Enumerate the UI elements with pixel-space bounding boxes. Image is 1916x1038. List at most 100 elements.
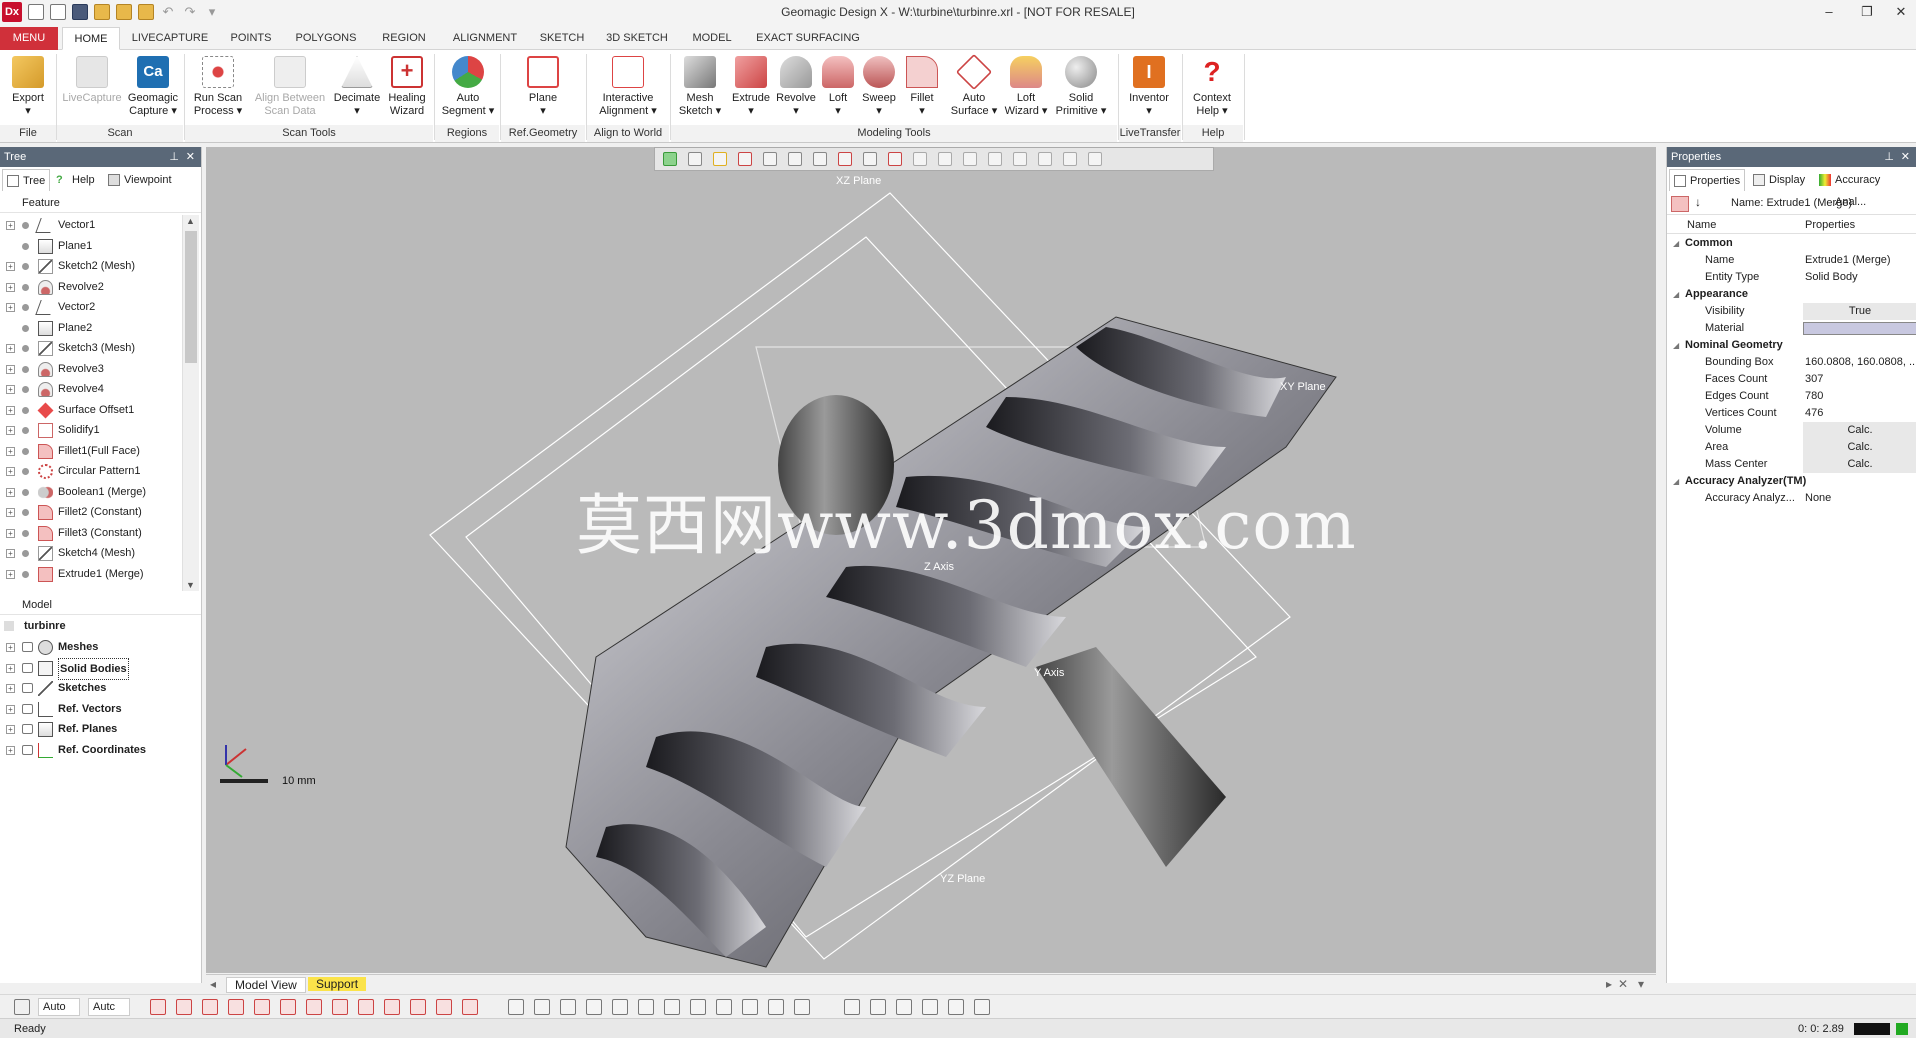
expand-icon[interactable]: + xyxy=(6,405,15,415)
visibility-dot-icon[interactable] xyxy=(22,550,29,557)
select-point-icon[interactable] xyxy=(332,999,348,1015)
visibility-dot-icon[interactable] xyxy=(22,468,29,475)
subtab-viewpoint[interactable]: Viewpoint xyxy=(104,169,176,191)
export-button[interactable]: Export ▾ xyxy=(6,56,50,128)
pan-icon[interactable] xyxy=(1063,152,1077,166)
expand-icon[interactable]: + xyxy=(6,303,15,312)
sort-az-icon[interactable]: ↓ xyxy=(1695,195,1701,209)
property-value[interactable]: Solid Body xyxy=(1805,269,1858,286)
visibility-toggle-icon[interactable] xyxy=(22,744,33,755)
property-row[interactable]: Bounding Box 160.0808, 160.0808, ... xyxy=(1667,354,1916,371)
feature-item[interactable]: + Revolve3 xyxy=(0,359,185,379)
visibility-dot-icon[interactable] xyxy=(22,345,29,352)
measure-line-icon[interactable] xyxy=(863,152,877,166)
property-category[interactable]: ◢ Nominal Geometry xyxy=(1667,337,1916,354)
tab-alignment[interactable]: ALIGNMENT xyxy=(448,27,522,50)
feature-item[interactable]: + Sketch4 (Mesh) xyxy=(0,543,185,563)
view-bottom-icon[interactable] xyxy=(664,999,680,1015)
box-view-icon[interactable] xyxy=(688,152,702,166)
tab-3d-sketch[interactable]: 3D SKETCH xyxy=(604,27,670,50)
revolve-button[interactable]: Revolve ▾ xyxy=(774,56,818,128)
view-right-icon[interactable] xyxy=(612,999,628,1015)
feature-item[interactable]: + Surface Offset1 xyxy=(0,400,185,420)
select-all-icon[interactable] xyxy=(436,999,452,1015)
collapse-icon[interactable]: ◢ xyxy=(1673,337,1679,354)
zoom-fit-icon[interactable] xyxy=(1013,152,1027,166)
clip-plane-2-icon[interactable] xyxy=(788,152,802,166)
select-vertex-icon[interactable] xyxy=(150,999,166,1015)
open-recent-icon[interactable] xyxy=(116,4,132,20)
3d-viewport[interactable]: 莫西网www.3dmox.com XZ Plane XY Plane YZ Pl… xyxy=(206,147,1656,973)
visibility-dot-icon[interactable] xyxy=(22,222,29,229)
property-value[interactable] xyxy=(1803,322,1916,335)
auto-surface-button[interactable]: Auto Surface ▾ xyxy=(948,53,1000,128)
subtab-accuracy-analyzer[interactable]: Accuracy Anal... xyxy=(1815,169,1916,208)
livecapture-button[interactable]: LiveCapture xyxy=(58,56,126,128)
auto-filter-dropdown[interactable]: Autc xyxy=(88,998,130,1016)
extrude-button[interactable]: Extrude ▾ xyxy=(728,56,774,128)
inventor-button[interactable]: I Inventor ▾ xyxy=(1124,56,1174,128)
model-item[interactable]: + Ref. Vectors xyxy=(0,699,200,719)
tab-scroll-right-icon[interactable]: ▸ xyxy=(1606,977,1612,991)
select-region-icon[interactable] xyxy=(254,999,270,1015)
lasso-icon[interactable] xyxy=(462,999,478,1015)
context-help-button[interactable]: ? Context Help ▾ xyxy=(1188,56,1236,128)
expand-icon[interactable]: + xyxy=(6,704,15,714)
feature-item[interactable]: + Circular Pattern1 xyxy=(0,461,185,481)
solid-primitive-button[interactable]: Solid Primitive ▾ xyxy=(1052,56,1110,128)
view-top-icon[interactable] xyxy=(638,999,654,1015)
categorized-view-icon[interactable] xyxy=(1671,196,1689,212)
subtab-tree[interactable]: Tree xyxy=(2,169,51,191)
view-settings-icon[interactable] xyxy=(1088,152,1102,166)
subtab-help[interactable]: ? Help xyxy=(52,169,99,191)
property-value[interactable]: None xyxy=(1805,490,1831,507)
feature-item[interactable]: + Revolve4 xyxy=(0,379,185,399)
visibility-dot-icon[interactable] xyxy=(22,263,29,270)
visibility-toggle-icon[interactable] xyxy=(22,724,33,734)
property-category[interactable]: ◢ Common xyxy=(1667,235,1916,252)
visibility-dot-icon[interactable] xyxy=(22,324,29,332)
collapse-icon[interactable]: ◢ xyxy=(1673,473,1679,490)
property-row[interactable]: Mass Center Calc. xyxy=(1667,456,1916,473)
expand-icon[interactable]: + xyxy=(6,344,15,353)
loft-button[interactable]: Loft ▾ xyxy=(820,56,856,128)
feature-item[interactable]: Plane1 xyxy=(0,236,185,256)
tab-points[interactable]: POINTS xyxy=(226,27,276,50)
align-between-scan-data-button[interactable]: Align Between Scan Data xyxy=(252,56,328,128)
feature-item[interactable]: + Fillet1(Full Face) xyxy=(0,441,185,461)
model-root[interactable]: turbinre xyxy=(0,616,200,636)
run-scan-process-button[interactable]: Run Scan Process ▾ xyxy=(190,56,246,128)
expand-icon[interactable]: + xyxy=(6,262,15,271)
expand-icon[interactable]: + xyxy=(6,487,15,497)
expand-icon[interactable]: + xyxy=(6,426,15,435)
pin-icon[interactable]: ⊥ xyxy=(169,147,179,167)
color-map-icon[interactable] xyxy=(948,999,964,1015)
subtab-display[interactable]: Display xyxy=(1749,169,1809,191)
plane-button[interactable]: Plane ▾ xyxy=(522,56,564,128)
visibility-dot-icon[interactable] xyxy=(22,365,29,373)
tab-close-icon[interactable]: ✕ xyxy=(1618,977,1628,991)
loft-wizard-button[interactable]: Loft Wizard ▾ xyxy=(1000,56,1052,128)
feature-item[interactable]: + Extrude1 (Merge) xyxy=(0,564,185,584)
deviation-icon[interactable] xyxy=(922,999,938,1015)
property-row[interactable]: Area Calc. xyxy=(1667,439,1916,456)
view-fit-icon[interactable] xyxy=(794,999,810,1015)
visibility-toggle-icon[interactable] xyxy=(22,662,33,673)
auto-segment-button[interactable]: Auto Segment ▾ xyxy=(440,56,496,128)
expand-icon[interactable]: + xyxy=(6,684,15,693)
visibility-toggle-icon[interactable] xyxy=(22,642,33,652)
tab-sketch[interactable]: SKETCH xyxy=(536,27,588,50)
property-row[interactable]: Faces Count 307 xyxy=(1667,371,1916,388)
feature-item[interactable]: + Sketch2 (Mesh) xyxy=(0,256,185,276)
expand-icon[interactable]: + xyxy=(6,569,15,579)
property-row[interactable]: Vertices Count 476 xyxy=(1667,405,1916,422)
tab-livecapture[interactable]: LIVECAPTURE xyxy=(128,27,212,50)
expand-icon[interactable]: + xyxy=(6,508,15,517)
visibility-dot-icon[interactable] xyxy=(22,488,29,496)
visibility-dot-icon[interactable] xyxy=(22,304,29,311)
view-left-icon[interactable] xyxy=(586,999,602,1015)
pin-icon[interactable]: ⊥ xyxy=(1884,147,1894,167)
feature-item[interactable]: + Vector2 xyxy=(0,297,185,317)
model-item[interactable]: + Ref. Coordinates xyxy=(0,740,200,760)
property-value[interactable]: Calc. xyxy=(1803,456,1916,473)
